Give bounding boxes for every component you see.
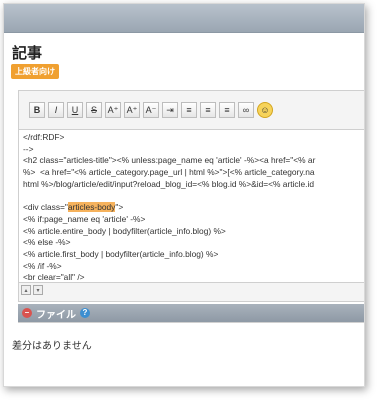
- align-left-button[interactable]: ≡: [181, 102, 197, 118]
- subscript-button[interactable]: A⁻: [143, 102, 159, 118]
- code-textarea[interactable]: </rdf:RDF> --> <h2 class="articles-title">…: [19, 129, 364, 283]
- file-section-label: ファイル: [36, 309, 76, 321]
- strikethrough-button[interactable]: S: [86, 102, 102, 118]
- advanced-badge: 上級者向け: [11, 64, 59, 79]
- shrink-editor-icon[interactable]: ▴: [21, 285, 31, 295]
- top-header-bar: [4, 4, 364, 33]
- divider: [18, 322, 364, 323]
- align-right-button[interactable]: ≡: [219, 102, 235, 118]
- search-highlight: articles-body: [67, 202, 116, 213]
- code-line: <% else -%>: [23, 237, 71, 248]
- code-line: <h2 class="articles-title"><% unless:pag…: [23, 155, 316, 166]
- italic-button[interactable]: I: [48, 102, 64, 118]
- page-title: 記事: [12, 45, 43, 62]
- code-line: <div class="articles-body">: [23, 202, 124, 213]
- bold-button[interactable]: B: [29, 102, 45, 118]
- indent-button[interactable]: ⇥: [162, 102, 178, 118]
- no-diff-message: 差分はありません: [12, 341, 92, 352]
- code-line: <% if:page_name eq 'article' -%>: [23, 213, 146, 224]
- code-line: <% article.entire_body | bodyfilter(arti…: [23, 225, 226, 236]
- file-toggle-icon[interactable]: –: [22, 308, 32, 318]
- underline-button[interactable]: U: [67, 102, 83, 118]
- article-panel: 記事 上級者向け B I U S A⁺ A⁺ A⁻ ⇥ ≡ ≡ ≡ ∞ ☺ </rdf:RDF> --> <…: [3, 3, 365, 387]
- expand-editor-icon[interactable]: ▾: [33, 285, 43, 295]
- code-line: <br clear="all" />: [23, 272, 85, 283]
- link-button[interactable]: ∞: [238, 102, 254, 118]
- font-size-up-button[interactable]: A⁺: [105, 102, 121, 118]
- align-center-button[interactable]: ≡: [200, 102, 216, 118]
- editor-toolbar: B I U S A⁺ A⁺ A⁻ ⇥ ≡ ≡ ≡ ∞ ☺: [29, 99, 273, 121]
- rich-text-editor: B I U S A⁺ A⁺ A⁻ ⇥ ≡ ≡ ≡ ∞ ☺ </rdf:RDF> --> <h2 class=…: [18, 90, 364, 302]
- superscript-button[interactable]: A⁺: [124, 102, 140, 118]
- code-line: %> <a href="<% article_category.page_url…: [23, 167, 315, 178]
- code-line: <% /if -%>: [23, 260, 62, 271]
- code-line: html %>/blog/article/edit/input?reload_b…: [23, 178, 314, 189]
- editor-resize-controls: ▴ ▾: [21, 285, 43, 295]
- emoticon-button[interactable]: ☺: [257, 102, 273, 118]
- code-line: </rdf:RDF>: [23, 132, 65, 142]
- help-icon[interactable]: ?: [80, 308, 90, 318]
- file-section-header[interactable]: – ファイル ?: [18, 304, 364, 322]
- code-line: -->: [23, 143, 34, 154]
- code-line: <% article.first_body | bodyfilter(artic…: [23, 249, 219, 260]
